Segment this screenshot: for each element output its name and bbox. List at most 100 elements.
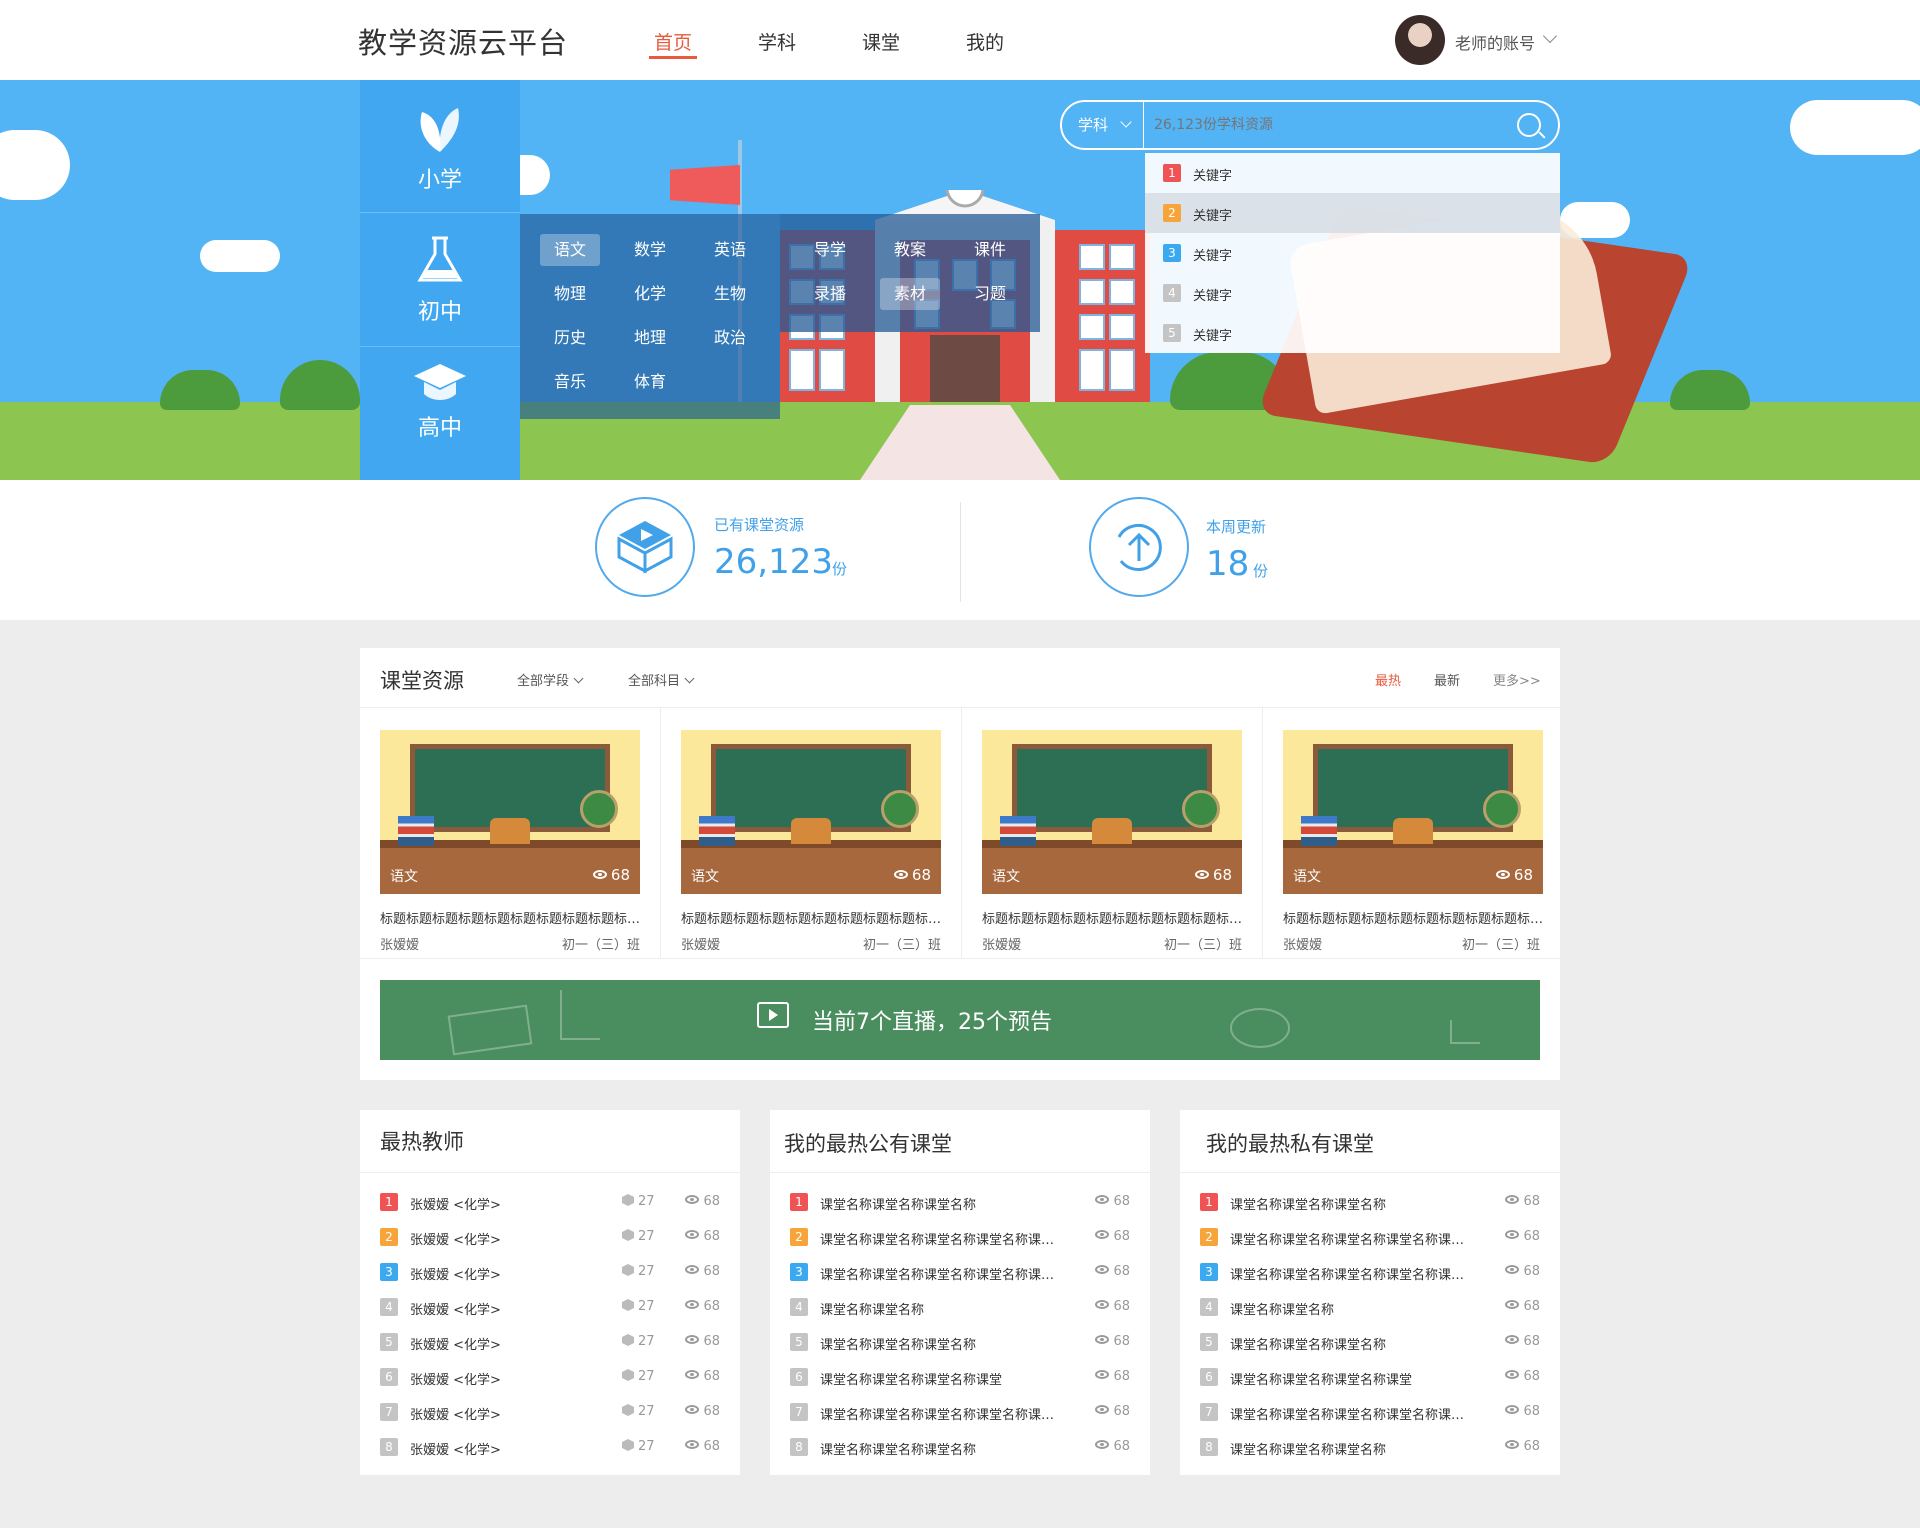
resource-title[interactable]: 标题标题标题标题标题标题标题标题标题标题标题 — [1283, 908, 1545, 927]
live-broadcast-banner[interactable]: 当前7个直播，25个预告 — [380, 980, 1540, 1060]
resource-card[interactable]: 语文 68 标题标题标题标题标题标题标题标题标题标题标题 张嫒嫒 初一（三）班 — [661, 708, 962, 958]
type-material[interactable]: 素材 — [880, 278, 940, 310]
nav-mine[interactable]: 我的 — [966, 28, 1004, 55]
class-row[interactable]: 6 课堂名称课堂名称课堂名称课堂 68 — [770, 1368, 1150, 1403]
suggestion-item[interactable]: 3 关键字 — [1145, 233, 1560, 273]
class-row[interactable]: 1 课堂名称课堂名称课堂名称 68 — [1180, 1193, 1560, 1228]
class-row[interactable]: 8 课堂名称课堂名称课堂名称 68 — [770, 1438, 1150, 1473]
class-row[interactable]: 2 课堂名称课堂名称课堂名称课堂名称课堂名称 68 — [1180, 1228, 1560, 1263]
rank-badge: 8 — [1200, 1438, 1218, 1456]
suggestion-item[interactable]: 1 关键字 — [1145, 153, 1560, 193]
view-count: 68 — [1505, 1264, 1540, 1279]
subject-geography[interactable]: 地理 — [620, 322, 680, 354]
resource-title[interactable]: 标题标题标题标题标题标题标题标题标题标题标题 — [681, 908, 943, 927]
suggestion-item[interactable]: 4 关键字 — [1145, 273, 1560, 313]
class-row[interactable]: 4 课堂名称课堂名称 68 — [770, 1298, 1150, 1333]
class-row[interactable]: 8 课堂名称课堂名称课堂名称 68 — [1180, 1438, 1560, 1473]
search-icon[interactable] — [1517, 113, 1541, 137]
teacher-row[interactable]: 2 张嫒嫒 <化学> 27 68 — [360, 1228, 740, 1263]
view-count: 68 — [1505, 1229, 1540, 1244]
avatar[interactable] — [1395, 15, 1445, 65]
subject-math[interactable]: 数学 — [620, 234, 680, 266]
class-name: 课堂名称课堂名称课堂名称课堂 — [820, 1373, 1003, 1388]
resource-thumbnail[interactable]: 语文 68 — [982, 730, 1242, 894]
more-link[interactable]: 更多>> — [1493, 670, 1541, 689]
suggestion-item[interactable]: 2 关键字 — [1145, 193, 1560, 233]
level-primary[interactable]: 小学 — [360, 80, 520, 213]
app-logo-title[interactable]: 教学资源云平台 — [358, 20, 568, 62]
class-row[interactable]: 2 课堂名称课堂名称课堂名称课堂名称课堂名称 68 — [770, 1228, 1150, 1263]
account-menu[interactable]: 老师的账号 — [1455, 30, 1535, 54]
filter-stage[interactable]: 全部学段 — [517, 670, 584, 689]
subject-politics[interactable]: 政治 — [700, 322, 760, 354]
stat-label: 已有课堂资源 — [714, 516, 805, 534]
teacher-row[interactable]: 5 张嫒嫒 <化学> 27 68 — [360, 1333, 740, 1368]
stand — [1092, 818, 1132, 844]
type-courseware[interactable]: 课件 — [960, 234, 1020, 266]
resource-thumbnail[interactable]: 语文 68 — [380, 730, 640, 894]
subject-chinese[interactable]: 语文 — [540, 234, 600, 266]
type-exercise[interactable]: 习题 — [960, 278, 1020, 310]
search-input[interactable] — [1146, 102, 1506, 148]
subject-history[interactable]: 历史 — [540, 322, 600, 354]
filter-subject[interactable]: 全部科目 — [628, 670, 695, 689]
teacher-row[interactable]: 7 张嫒嫒 <化学> 27 68 — [360, 1403, 740, 1438]
resource-card[interactable]: 语文 68 标题标题标题标题标题标题标题标题标题标题标题 张嫒嫒 初一（三）班 — [1263, 708, 1560, 958]
subject-pe[interactable]: 体育 — [620, 366, 680, 398]
teacher-row[interactable]: 4 张嫒嫒 <化学> 27 68 — [360, 1298, 740, 1333]
tab-newest[interactable]: 最新 — [1434, 670, 1460, 689]
class-row[interactable]: 6 课堂名称课堂名称课堂名称课堂 68 — [1180, 1368, 1560, 1403]
eye-icon — [1505, 1370, 1520, 1379]
resource-author: 张嫒嫒 — [380, 938, 420, 953]
view-count: 68 — [1505, 1194, 1540, 1209]
class-row[interactable]: 7 课堂名称课堂名称课堂名称课堂名称课堂名称 68 — [1180, 1403, 1560, 1438]
resource-card[interactable]: 语文 68 标题标题标题标题标题标题标题标题标题标题标题 张嫒嫒 初一（三）班 — [360, 708, 661, 958]
view-count: 68 — [685, 1264, 720, 1279]
teacher-name: 张嫒嫒 <化学> — [410, 1338, 501, 1353]
class-row[interactable]: 5 课堂名称课堂名称课堂名称 68 — [770, 1333, 1150, 1368]
nav-classroom[interactable]: 课堂 — [862, 28, 900, 55]
tab-hottest[interactable]: 最热 — [1375, 670, 1401, 689]
subject-chemistry[interactable]: 化学 — [620, 278, 680, 310]
class-row[interactable]: 7 课堂名称课堂名称课堂名称课堂名称课堂名称 68 — [770, 1403, 1150, 1438]
nav-home[interactable]: 首页 — [654, 28, 692, 55]
teacher-name: 张嫒嫒 <化学> — [410, 1233, 501, 1248]
resource-title[interactable]: 标题标题标题标题标题标题标题标题标题标题标题 — [380, 908, 642, 927]
subject-biology[interactable]: 生物 — [700, 278, 760, 310]
cube-icon — [622, 1404, 634, 1416]
subject-physics[interactable]: 物理 — [540, 278, 600, 310]
type-recording[interactable]: 录播 — [800, 278, 860, 310]
type-lesson-plan[interactable]: 教案 — [880, 234, 940, 266]
teacher-name: 张嫒嫒 <化学> — [410, 1408, 501, 1423]
subject-english[interactable]: 英语 — [700, 234, 760, 266]
filter-stage-label: 全部学段 — [517, 674, 570, 689]
teacher-row[interactable]: 8 张嫒嫒 <化学> 27 68 — [360, 1438, 740, 1473]
teacher-row[interactable]: 1 张嫒嫒 <化学> 27 68 — [360, 1193, 740, 1228]
view-count-value: 68 — [703, 1334, 720, 1349]
class-row[interactable]: 4 课堂名称课堂名称 68 — [1180, 1298, 1560, 1333]
eye-icon — [1505, 1195, 1520, 1204]
teacher-row[interactable]: 3 张嫒嫒 <化学> 27 68 — [360, 1263, 740, 1298]
teacher-row[interactable]: 6 张嫒嫒 <化学> 27 68 — [360, 1368, 740, 1403]
view-count: 68 — [1095, 1334, 1130, 1349]
class-row[interactable]: 3 课堂名称课堂名称课堂名称课堂名称课堂名称 68 — [770, 1263, 1150, 1298]
type-guide[interactable]: 导学 — [800, 234, 860, 266]
eye-icon — [685, 1265, 700, 1274]
resource-thumbnail[interactable]: 语文 68 — [681, 730, 941, 894]
resource-card[interactable]: 语文 68 标题标题标题标题标题标题标题标题标题标题标题 张嫒嫒 初一（三）班 — [962, 708, 1263, 958]
resource-count-value: 27 — [638, 1404, 655, 1419]
nav-subjects[interactable]: 学科 — [758, 28, 796, 55]
suggestion-item[interactable]: 5 关键字 — [1145, 313, 1560, 353]
subject-music[interactable]: 音乐 — [540, 366, 600, 398]
class-row[interactable]: 1 课堂名称课堂名称课堂名称 68 — [770, 1193, 1150, 1228]
class-row[interactable]: 5 课堂名称课堂名称课堂名称 68 — [1180, 1333, 1560, 1368]
search-category-select[interactable]: 学科 — [1062, 102, 1144, 148]
view-count-value: 68 — [1113, 1229, 1130, 1244]
resource-thumbnail[interactable]: 语文 68 — [1283, 730, 1543, 894]
level-senior[interactable]: 高中 — [360, 348, 520, 481]
chevron-down-icon[interactable] — [1542, 28, 1558, 44]
class-row[interactable]: 3 课堂名称课堂名称课堂名称课堂名称课堂名称 68 — [1180, 1263, 1560, 1298]
level-junior[interactable]: 初中 — [360, 214, 520, 347]
rank-badge: 2 — [380, 1228, 398, 1246]
resource-title[interactable]: 标题标题标题标题标题标题标题标题标题标题标题 — [982, 908, 1244, 927]
